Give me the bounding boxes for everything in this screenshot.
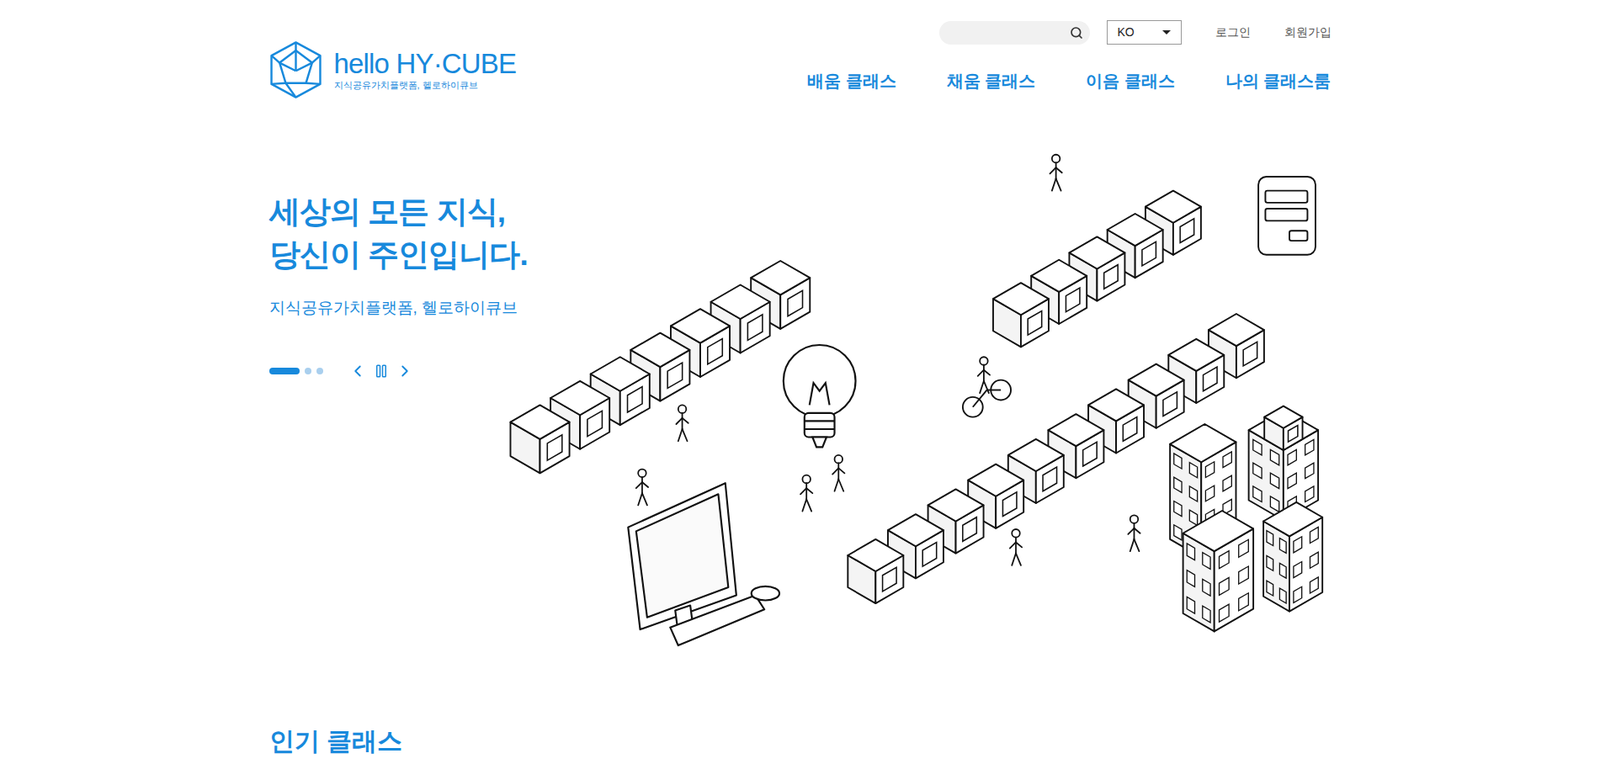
slide-dot[interactable] — [269, 367, 300, 375]
building — [1263, 502, 1323, 612]
slide-dot[interactable] — [316, 367, 324, 375]
search-box[interactable] — [939, 21, 1090, 45]
lightbulb-icon — [782, 345, 856, 447]
page: hello HY·CUBE지식공유가치플랫폼, 헬로하이큐브KO로그인회원가입배… — [0, 0, 1600, 764]
login-panel — [1258, 176, 1316, 256]
person-figure — [675, 404, 688, 442]
popular-title: 인기 클래스 — [269, 726, 1332, 757]
popular-section: 인기 클래스 — [269, 726, 1332, 757]
slide-dot[interactable] — [304, 367, 312, 375]
cyber-blocks — [992, 191, 1201, 348]
cube-logo-icon — [269, 40, 323, 100]
building — [1182, 510, 1254, 632]
hero-text: 세상의 모든 지식,당신이 주인입니다. 지식공유가치플랫폼, 헬로하이큐브 — [269, 124, 490, 381]
hero-subtitle: 지식공유가치플랫폼, 헬로하이큐브 — [269, 297, 490, 319]
person-figure — [1009, 529, 1021, 566]
account-link[interactable]: 로그인 — [1215, 23, 1251, 42]
language-select[interactable]: KO — [1106, 20, 1182, 45]
nav-item[interactable]: 채움 클래스 — [946, 68, 1037, 94]
search-icon[interactable] — [1069, 26, 1084, 40]
person-figure — [832, 455, 845, 492]
prev-icon[interactable] — [348, 361, 367, 381]
person-figure — [1127, 515, 1140, 552]
account-link[interactable]: 회원가입 — [1284, 23, 1332, 42]
account-links: 로그인 회원가입 — [1215, 23, 1332, 42]
hanyang-blocks — [510, 260, 810, 474]
person-figure — [800, 475, 813, 512]
letter-block — [992, 282, 1048, 347]
bicycle-icon — [962, 380, 1010, 418]
nav-item[interactable]: 배움 클래스 — [807, 68, 897, 94]
logo[interactable]: hello HY·CUBE지식공유가치플랫폼, 헬로하이큐브 — [269, 40, 517, 100]
utility-bar: KO 로그인 회원가입 — [939, 20, 1332, 45]
header: hello HY·CUBE지식공유가치플랫폼, 헬로하이큐브 KO 로그인 회원가입배… — [269, 0, 1332, 100]
slide-dots — [269, 367, 324, 375]
container: hello HY·CUBE지식공유가치플랫폼, 헬로하이큐브KO로그인회원가입배… — [269, 0, 1332, 757]
search-input[interactable] — [949, 24, 1070, 42]
slider-controls — [269, 361, 490, 381]
next-icon[interactable] — [395, 361, 415, 381]
header-right: KO 로그인 회원가입배움 클래스 채움 클래스 이음 클래스 나의 클래스룸 — [807, 20, 1331, 94]
logo-subtitle: 지식공유가치플랫폼, 헬로하이큐브 — [334, 79, 517, 91]
nav-item[interactable]: 나의 클래스룸 — [1225, 68, 1332, 94]
logo-title: hello HY·CUBE — [334, 48, 517, 80]
building-roof — [1264, 406, 1303, 451]
hero: 세상의 모든 지식,당신이 주인입니다. 지식공유가치플랫폼, 헬로하이큐브 — [269, 99, 1332, 661]
nav-item[interactable]: 이음 클래스 — [1085, 68, 1175, 94]
main-nav: 배움 클래스 채움 클래스 이음 클래스 나의 클래스룸 — [807, 68, 1331, 94]
letter-block — [510, 404, 569, 474]
person-figure — [635, 469, 648, 506]
computer-icon — [627, 483, 780, 646]
hero-illustration — [489, 124, 1332, 661]
person-figure — [1049, 154, 1062, 192]
hero-title: 세상의 모든 지식,당신이 주인입니다. — [269, 190, 490, 277]
caret-icon — [1162, 30, 1171, 35]
pause-icon[interactable] — [373, 363, 389, 379]
person-figure — [977, 356, 989, 394]
letter-block — [847, 539, 904, 604]
